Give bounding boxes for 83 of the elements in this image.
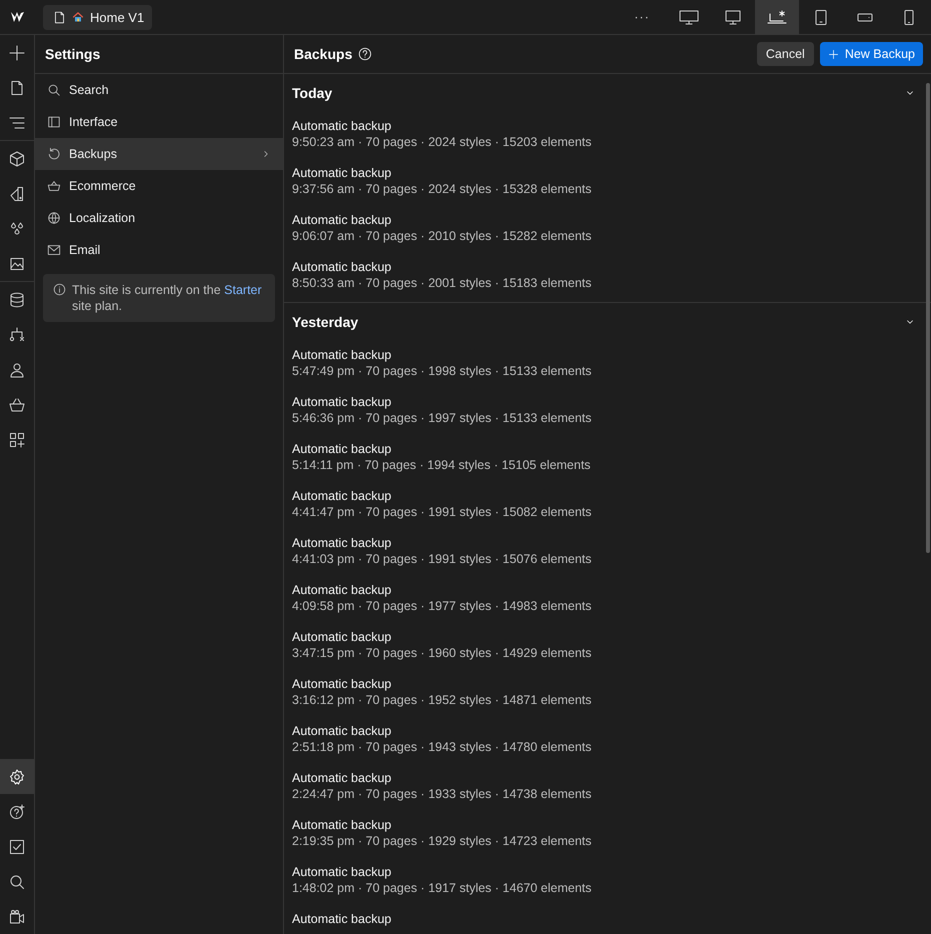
settings-nav-item[interactable]: Backups bbox=[35, 138, 283, 170]
backup-title: Automatic backup bbox=[292, 817, 392, 833]
backup-title: Automatic backup bbox=[292, 165, 392, 181]
backup-title: Automatic backup bbox=[292, 488, 392, 504]
settings-nav-item[interactable]: Ecommerce bbox=[35, 170, 283, 202]
panel-title: Backups bbox=[294, 46, 352, 62]
monitor-icon bbox=[723, 8, 743, 26]
lines-icon bbox=[9, 114, 25, 130]
backup-details: 3:47:15 pm · 70 pages · 1960 styles · 14929 elements bbox=[292, 645, 592, 661]
mail-icon bbox=[47, 243, 61, 257]
rail-button[interactable] bbox=[0, 759, 34, 794]
user-icon bbox=[9, 362, 25, 378]
backup-details: 5:47:49 pm · 70 pages · 1998 styles · 15133 elements bbox=[292, 363, 592, 379]
search-icon bbox=[47, 83, 61, 97]
video-camera-icon bbox=[9, 908, 25, 924]
paint-swatch-icon bbox=[9, 186, 25, 202]
backup-details: 5:46:36 pm · 70 pages · 1997 styles · 15133 elements bbox=[292, 410, 592, 426]
globe-icon bbox=[47, 211, 61, 225]
backup-details: 1:48:02 pm · 70 pages · 1917 styles · 14670 elements bbox=[292, 880, 592, 896]
laptop-star-icon bbox=[767, 8, 787, 26]
backup-details: 9:06:07 am · 70 pages · 2010 styles · 15282 elements bbox=[292, 228, 592, 244]
backup-title: Automatic backup bbox=[292, 676, 392, 692]
backup-title: Automatic backup bbox=[292, 629, 392, 645]
checkbox-icon bbox=[9, 838, 25, 854]
backup-details: 5:14:11 pm · 70 pages · 1994 styles · 15105 elements bbox=[292, 457, 592, 473]
backup-details: 9:50:23 am · 70 pages · 2024 styles · 15203 elements bbox=[292, 134, 592, 150]
more-menu[interactable]: ··· bbox=[617, 10, 667, 24]
section-header[interactable]: Yesterday bbox=[284, 303, 931, 341]
scrollbar[interactable] bbox=[926, 83, 930, 553]
backup-details: 3:16:12 pm · 70 pages · 1952 styles · 14871 elements bbox=[292, 692, 592, 708]
plan-note: This site is currently on the Starter site plan. bbox=[72, 282, 263, 314]
panel-icon bbox=[47, 115, 61, 129]
basket-icon bbox=[9, 396, 25, 412]
backup-details: 2:24:47 pm · 70 pages · 1933 styles · 14738 elements bbox=[292, 786, 592, 802]
backup-details: 4:09:58 pm · 70 pages · 1977 styles · 14983 elements bbox=[292, 598, 592, 614]
monitor-icon bbox=[679, 8, 699, 26]
new-backup-button[interactable]: New Backup bbox=[820, 42, 923, 66]
backup-title: Automatic backup bbox=[292, 864, 392, 880]
database-icon bbox=[9, 292, 25, 308]
backup-details: 2:51:18 pm · 70 pages · 1943 styles · 14780 elements bbox=[292, 739, 592, 755]
page-icon bbox=[9, 80, 25, 96]
help-icon bbox=[358, 47, 372, 61]
settings-icon bbox=[9, 768, 25, 784]
undo-icon bbox=[47, 147, 61, 161]
basket-icon bbox=[47, 179, 61, 193]
backup-title: Automatic backup bbox=[292, 212, 392, 228]
page-selector[interactable]: Home V1 bbox=[43, 4, 152, 30]
backup-details: 4:41:47 pm · 70 pages · 1991 styles · 15082 elements bbox=[292, 504, 592, 520]
plus-icon bbox=[9, 44, 25, 60]
panel-title: Settings bbox=[35, 35, 283, 74]
backup-details: 9:37:56 am · 70 pages · 2024 styles · 15328 elements bbox=[292, 181, 592, 197]
backup-title: Automatic backup bbox=[292, 441, 392, 457]
flow-icon bbox=[9, 326, 25, 342]
starter-link[interactable]: Starter bbox=[224, 283, 262, 297]
info-icon bbox=[53, 283, 66, 296]
cancel-button[interactable]: Cancel bbox=[756, 42, 814, 66]
plus-icon bbox=[828, 48, 839, 60]
settings-nav-item[interactable]: Search bbox=[35, 74, 283, 106]
backup-details: 2:19:35 pm · 70 pages · 1929 styles · 14723 elements bbox=[292, 833, 592, 849]
settings-nav-item[interactable]: Interface bbox=[35, 106, 283, 138]
drops-icon bbox=[9, 220, 25, 236]
help-icon bbox=[9, 804, 25, 820]
backup-title: Automatic backup bbox=[292, 911, 392, 927]
page-icon bbox=[53, 10, 66, 24]
section-header[interactable]: Today bbox=[284, 74, 931, 112]
apps-icon bbox=[9, 432, 25, 448]
image-icon bbox=[9, 256, 25, 272]
backup-title: Automatic backup bbox=[292, 723, 392, 739]
backup-title: Automatic backup bbox=[292, 582, 392, 598]
settings-nav-item[interactable]: Localization bbox=[35, 202, 283, 234]
backup-title: Automatic backup bbox=[292, 535, 392, 551]
backup-title: Automatic backup bbox=[292, 259, 392, 275]
house-icon bbox=[72, 11, 84, 23]
backup-title: Automatic backup bbox=[292, 118, 392, 134]
backup-title: Automatic backup bbox=[292, 394, 392, 410]
breakpoint-button[interactable] bbox=[755, 0, 799, 34]
search-icon bbox=[9, 874, 25, 890]
cube-icon bbox=[9, 150, 25, 166]
backup-title: Automatic backup bbox=[292, 347, 392, 363]
backup-details: 8:50:33 am · 70 pages · 2001 styles · 15183 elements bbox=[292, 275, 592, 291]
settings-nav-item[interactable]: Email bbox=[35, 234, 283, 266]
backup-details: 4:41:03 pm · 70 pages · 1991 styles · 15076 elements bbox=[292, 551, 592, 567]
backup-title: Automatic backup bbox=[292, 770, 392, 786]
